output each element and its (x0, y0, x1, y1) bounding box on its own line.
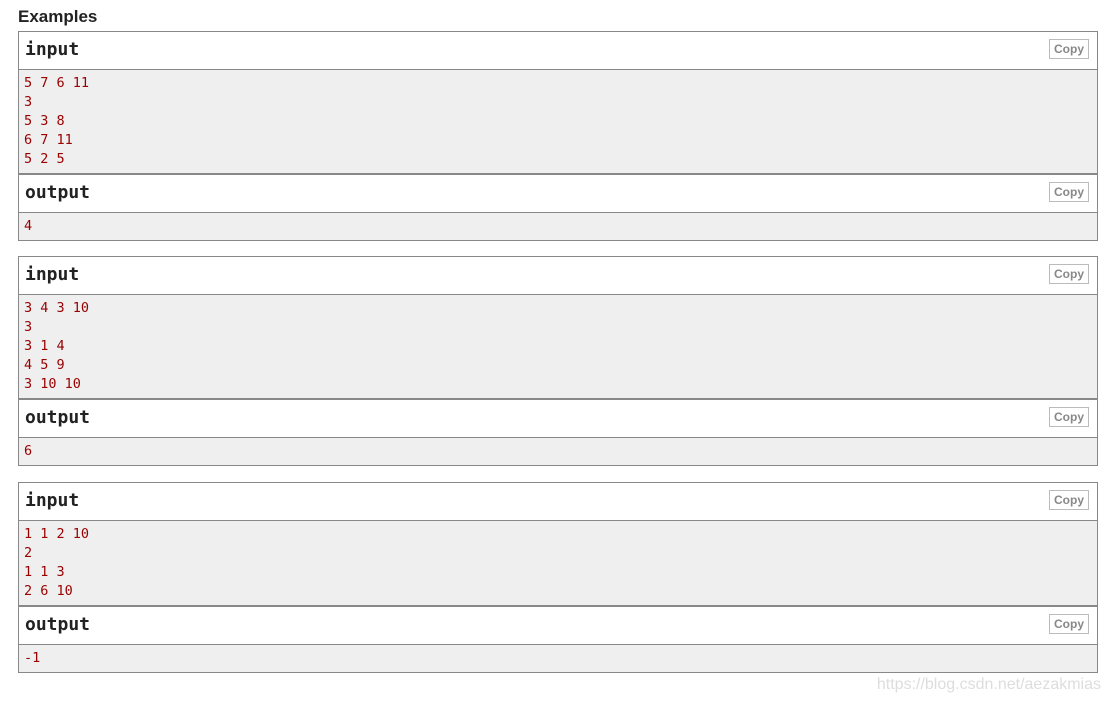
output-header: output Copy (19, 400, 1097, 438)
output-label: output (25, 182, 91, 203)
input-header: input Copy (19, 483, 1097, 521)
example-3: input Copy 1 1 2 10 2 1 1 3 2 6 10 outpu… (18, 482, 1098, 673)
input-header: input Copy (19, 257, 1097, 295)
copy-input-button[interactable]: Copy (1049, 39, 1089, 59)
copy-output-button[interactable]: Copy (1049, 182, 1089, 202)
input-header: input Copy (19, 32, 1097, 70)
input-data: 1 1 2 10 2 1 1 3 2 6 10 (19, 521, 1097, 607)
output-data: 6 (19, 438, 1097, 465)
copy-output-button[interactable]: Copy (1049, 614, 1089, 634)
watermark: https://blog.csdn.net/aezakmias (876, 676, 1101, 693)
section-title: Examples (18, 7, 98, 26)
example-1: input Copy 5 7 6 11 3 5 3 8 6 7 11 5 2 5… (18, 31, 1098, 241)
output-header: output Copy (19, 607, 1097, 645)
output-header: output Copy (19, 175, 1097, 213)
input-label: input (25, 39, 80, 60)
copy-input-button[interactable]: Copy (1049, 490, 1089, 510)
input-label: input (25, 490, 80, 511)
input-label: input (25, 264, 80, 285)
input-data: 3 4 3 10 3 3 1 4 4 5 9 3 10 10 (19, 295, 1097, 400)
output-data: 4 (19, 213, 1097, 240)
copy-output-button[interactable]: Copy (1049, 407, 1089, 427)
output-label: output (25, 614, 91, 635)
output-label: output (25, 407, 91, 428)
copy-input-button[interactable]: Copy (1049, 264, 1089, 284)
input-data: 5 7 6 11 3 5 3 8 6 7 11 5 2 5 (19, 70, 1097, 175)
output-data: -1 (19, 645, 1097, 672)
example-2: input Copy 3 4 3 10 3 3 1 4 4 5 9 3 10 1… (18, 256, 1098, 466)
